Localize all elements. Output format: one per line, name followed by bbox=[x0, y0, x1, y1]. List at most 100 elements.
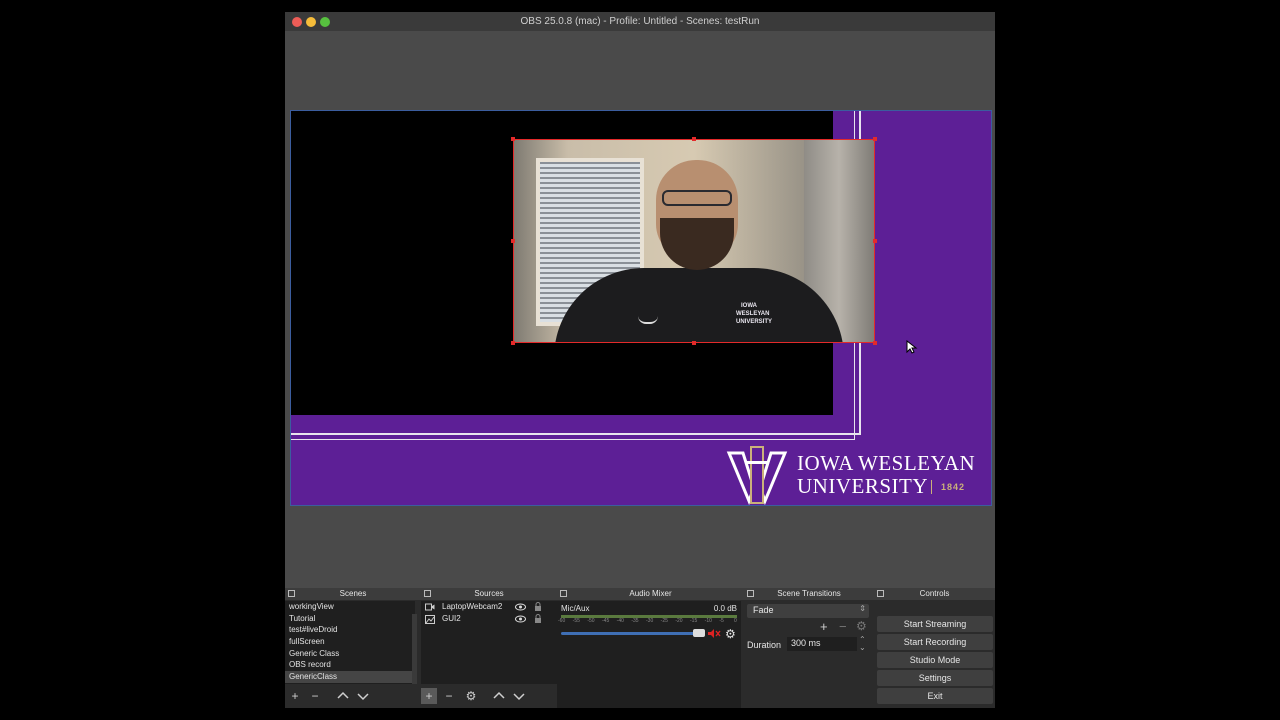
meter-tick-label: -55 bbox=[572, 618, 580, 624]
controls-title: Controls bbox=[919, 589, 950, 598]
start-streaming-button[interactable]: Start Streaming bbox=[877, 616, 993, 632]
scenes-scrollbar[interactable] bbox=[412, 614, 417, 684]
meter-tick-label: -50 bbox=[587, 618, 595, 624]
webcam-source[interactable]: IOWA WESLEYAN UNIVERSITY bbox=[513, 139, 875, 343]
undock-icon[interactable] bbox=[288, 590, 295, 597]
start-recording-button[interactable]: Start Recording bbox=[877, 634, 993, 650]
meter-ticks: -60 -55 -50 -45 -40 -35 -30 -25 -20 -15 -10 -5 0 bbox=[558, 618, 737, 626]
mixer-gear-icon[interactable]: ⚙ bbox=[725, 627, 736, 641]
brand-year: 1842 bbox=[941, 482, 966, 492]
mixer-title: Audio Mixer bbox=[629, 589, 672, 598]
scene-item[interactable]: fullScreen bbox=[285, 636, 415, 648]
transitions-title: Scene Transitions bbox=[777, 589, 841, 598]
scene-item[interactable]: OBS record bbox=[285, 659, 415, 671]
resize-handle[interactable] bbox=[692, 341, 696, 345]
resize-handle[interactable] bbox=[511, 341, 515, 345]
undock-icon[interactable] bbox=[424, 590, 431, 597]
sources-header: Sources bbox=[421, 588, 557, 600]
duration-stepper-icon[interactable]: ⌃ ⌄ bbox=[859, 636, 866, 652]
transition-gear-icon[interactable]: ⚙ bbox=[856, 619, 867, 633]
mixer-channel: Mic/Aux 0.0 dB -60 -55 -50 -45 -40 -35 -30 -25-… bbox=[557, 601, 741, 708]
scene-preview[interactable]: IOWA WESLEYAN UNIVERSITY IOWA WESLEYAN U… bbox=[290, 110, 992, 506]
meter-tick-label: -35 bbox=[631, 618, 639, 624]
source-name: GUI2 bbox=[442, 614, 461, 623]
source-properties-gear-icon[interactable]: ⚙ bbox=[463, 688, 479, 704]
sources-toolbar: + − ⚙ bbox=[421, 688, 557, 704]
remove-scene-button[interactable]: − bbox=[307, 688, 323, 704]
scene-item[interactable]: test#liveDroid bbox=[285, 624, 415, 636]
mixer-header: Audio Mixer bbox=[557, 588, 744, 600]
meter-tick-label: -45 bbox=[602, 618, 610, 624]
border-line bbox=[291, 433, 861, 435]
resize-handle[interactable] bbox=[692, 137, 696, 141]
move-down-icon[interactable] bbox=[511, 688, 527, 704]
title-bar: OBS 25.0.8 (mac) - Profile: Untitled - S… bbox=[285, 12, 995, 31]
brand-line-2: UNIVERSITY bbox=[797, 474, 928, 498]
sources-title: Sources bbox=[474, 589, 504, 598]
sources-list[interactable]: LaptopWebcam2 GUI2 bbox=[421, 601, 557, 684]
resize-handle[interactable] bbox=[511, 239, 515, 243]
move-down-icon[interactable] bbox=[355, 688, 371, 704]
undock-icon[interactable] bbox=[877, 590, 884, 597]
meter-tick-label: -30 bbox=[646, 618, 654, 624]
preview-canvas: IOWA WESLEYAN UNIVERSITY IOWA WESLEYAN U… bbox=[291, 111, 991, 505]
scenes-list[interactable]: workingView Tutorial test#liveDroid full… bbox=[285, 601, 415, 684]
source-name: LaptopWebcam2 bbox=[442, 602, 503, 611]
volume-slider[interactable] bbox=[561, 632, 705, 635]
resize-handle[interactable] bbox=[873, 341, 877, 345]
resize-handle[interactable] bbox=[873, 239, 877, 243]
add-transition-button[interactable]: + bbox=[820, 619, 828, 634]
studio-mode-button[interactable]: Studio Mode bbox=[877, 652, 993, 668]
resize-handle[interactable] bbox=[511, 137, 515, 141]
remove-transition-button[interactable]: − bbox=[839, 619, 847, 634]
undock-icon[interactable] bbox=[747, 590, 754, 597]
volume-slider-handle[interactable] bbox=[693, 629, 705, 637]
image-icon bbox=[425, 615, 435, 624]
move-up-icon[interactable] bbox=[335, 688, 351, 704]
meter-tick-label: -60 bbox=[558, 618, 566, 624]
university-logo-icon bbox=[726, 446, 788, 505]
remove-source-button[interactable]: − bbox=[441, 688, 457, 704]
eye-icon[interactable] bbox=[515, 615, 526, 623]
obs-window: OBS 25.0.8 (mac) - Profile: Untitled - S… bbox=[285, 12, 995, 708]
brand-line-1: IOWA WESLEYAN bbox=[797, 451, 976, 475]
meter-tick-label: -40 bbox=[616, 618, 624, 624]
scenes-title: Scenes bbox=[339, 589, 367, 598]
scene-item[interactable]: workingView bbox=[285, 601, 415, 613]
lock-icon[interactable] bbox=[534, 602, 542, 612]
undock-icon[interactable] bbox=[560, 590, 567, 597]
mouse-cursor-icon bbox=[906, 340, 918, 354]
transition-select[interactable]: Fade ⇕ bbox=[747, 604, 869, 618]
move-up-icon[interactable] bbox=[491, 688, 507, 704]
add-source-button[interactable]: + bbox=[421, 688, 437, 704]
add-scene-button[interactable]: + bbox=[287, 688, 303, 704]
scene-item[interactable]: Tutorial bbox=[285, 613, 415, 625]
meter-tick-label: -5 bbox=[719, 618, 724, 624]
lock-icon[interactable] bbox=[534, 614, 542, 624]
resize-handle[interactable] bbox=[873, 137, 877, 141]
border-line bbox=[291, 439, 855, 440]
window-title: OBS 25.0.8 (mac) - Profile: Untitled - S… bbox=[520, 16, 760, 27]
zoom-window-button[interactable] bbox=[320, 17, 330, 27]
meter-tick-label: -20 bbox=[675, 618, 683, 624]
source-item[interactable]: GUI2 bbox=[421, 613, 557, 625]
camera-icon bbox=[425, 603, 435, 611]
eye-icon[interactable] bbox=[515, 603, 526, 611]
source-item[interactable]: LaptopWebcam2 bbox=[421, 601, 557, 613]
channel-level: 0.0 dB bbox=[713, 604, 737, 613]
meter-tick-label: -15 bbox=[690, 618, 698, 624]
muted-speaker-icon[interactable] bbox=[707, 628, 721, 639]
transitions-header: Scene Transitions bbox=[744, 588, 874, 600]
controls-header: Controls bbox=[874, 588, 995, 600]
scenes-panel: Scenes workingView Tutorial test#liveDro… bbox=[285, 588, 421, 708]
minimize-window-button[interactable] bbox=[306, 17, 316, 27]
duration-field[interactable]: 300 ms bbox=[787, 637, 857, 651]
select-arrows-icon: ⇕ bbox=[859, 604, 866, 613]
bottom-dock: Scenes workingView Tutorial test#liveDro… bbox=[285, 588, 995, 708]
shirt-logo: IOWA WESLEYAN UNIVERSITY bbox=[736, 303, 773, 325]
settings-button[interactable]: Settings bbox=[877, 670, 993, 686]
scene-item[interactable]: Generic Class bbox=[285, 648, 415, 660]
exit-button[interactable]: Exit bbox=[877, 688, 993, 704]
scene-item-selected[interactable]: GenericClass bbox=[285, 671, 415, 683]
close-window-button[interactable] bbox=[292, 17, 302, 27]
